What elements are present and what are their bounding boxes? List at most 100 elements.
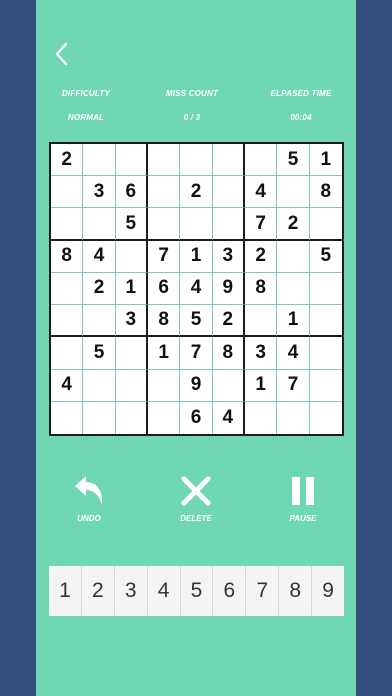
board-cell[interactable]: 7 [180, 337, 213, 370]
board-cell[interactable]: 2 [180, 176, 213, 209]
board-cell[interactable]: 2 [83, 272, 116, 306]
board-cell[interactable]: 8 [147, 305, 181, 338]
board-cell[interactable] [180, 208, 213, 241]
board-cell[interactable]: 6 [147, 272, 181, 306]
board-cell[interactable]: 6 [180, 401, 213, 434]
board-cell[interactable]: 5 [83, 337, 116, 370]
undo-label: UNDO [77, 514, 101, 523]
board-cell[interactable] [212, 176, 245, 209]
board-cell[interactable]: 5 [115, 208, 148, 241]
board-cell[interactable] [277, 401, 310, 434]
chevron-left-icon [55, 42, 68, 66]
board-cell[interactable]: 4 [180, 272, 213, 306]
board-cell[interactable] [147, 369, 181, 402]
board-cell[interactable] [115, 144, 148, 177]
number-key-9[interactable]: 9 [312, 566, 345, 616]
board-cell[interactable] [309, 305, 342, 338]
board-cell[interactable] [148, 401, 181, 434]
board-cell[interactable]: 2 [51, 144, 84, 177]
board-cell[interactable]: 8 [244, 272, 278, 306]
board-cell[interactable] [212, 369, 245, 402]
board-cell[interactable]: 7 [147, 240, 181, 273]
board-cell[interactable]: 9 [180, 369, 213, 402]
board-cell[interactable] [309, 273, 342, 306]
board-cell[interactable] [277, 176, 310, 209]
board-cell[interactable]: 4 [213, 401, 245, 434]
board-cell[interactable]: 1 [309, 144, 342, 177]
board-cell[interactable] [147, 176, 181, 209]
board-cell[interactable] [244, 144, 278, 177]
board-cell[interactable] [277, 240, 310, 273]
board-cell[interactable]: 8 [309, 176, 342, 209]
board-cell[interactable] [115, 337, 148, 370]
board-cell[interactable]: 3 [83, 176, 116, 209]
board-cell[interactable]: 5 [277, 144, 310, 177]
number-key-2[interactable]: 2 [81, 566, 115, 616]
board-cell[interactable] [51, 208, 84, 241]
board-cell[interactable] [83, 144, 116, 177]
board-cell[interactable]: 1 [180, 240, 213, 273]
board-cell[interactable] [212, 144, 245, 177]
board-cell[interactable]: 1 [244, 369, 278, 402]
board-cell[interactable] [51, 176, 84, 209]
board-cell[interactable]: 2 [277, 208, 310, 241]
board-cell[interactable] [245, 401, 278, 434]
board-cell[interactable] [115, 240, 148, 273]
board-cell[interactable] [51, 305, 84, 338]
number-key-7[interactable]: 7 [246, 566, 280, 616]
board-cell[interactable] [51, 272, 84, 306]
board-cell[interactable] [51, 401, 84, 434]
board-cell[interactable] [244, 305, 278, 338]
board-cell[interactable]: 4 [83, 240, 116, 273]
board-cell[interactable] [180, 144, 213, 177]
board-cell[interactable] [309, 337, 342, 370]
delete-label: DELETE [180, 514, 212, 523]
number-key-8[interactable]: 8 [279, 566, 313, 616]
board-cell[interactable]: 3 [115, 305, 148, 338]
number-key-6[interactable]: 6 [213, 566, 247, 616]
board-cell[interactable] [147, 208, 181, 241]
board-cell[interactable]: 4 [51, 369, 84, 402]
number-key-5[interactable]: 5 [180, 566, 214, 616]
board-cell[interactable]: 5 [309, 241, 342, 273]
board-cell[interactable] [115, 369, 148, 402]
undo-button[interactable]: UNDO [54, 474, 124, 523]
board-cell[interactable]: 2 [212, 305, 245, 338]
back-button[interactable] [50, 40, 74, 68]
board-cell[interactable] [277, 272, 310, 306]
board-cell[interactable]: 5 [180, 305, 213, 338]
board-cell[interactable] [310, 402, 342, 434]
board-cell[interactable] [309, 208, 342, 241]
number-key-3[interactable]: 3 [114, 566, 148, 616]
board-cell[interactable] [83, 401, 116, 434]
close-icon [181, 476, 211, 506]
board-cell[interactable] [309, 370, 342, 402]
board-cell[interactable]: 3 [244, 337, 278, 370]
board-cell[interactable] [83, 208, 116, 241]
board-cell[interactable]: 7 [244, 208, 278, 241]
board-cell[interactable]: 8 [212, 337, 245, 370]
elapsed-time-label: ELPASED TIME [270, 89, 332, 98]
game-panel: DIFFICULTY NORMAL MISS COUNT 0 / 3 ELPAS… [36, 0, 356, 696]
board-cell[interactable]: 1 [115, 272, 148, 306]
board-cell[interactable]: 6 [115, 176, 148, 209]
board-cell[interactable]: 1 [147, 337, 181, 370]
number-key-1[interactable]: 1 [49, 566, 82, 616]
board-cell[interactable]: 7 [277, 369, 310, 402]
pause-button[interactable]: PAUSE [268, 474, 338, 523]
board-cell[interactable] [51, 337, 84, 370]
board-cell[interactable]: 4 [277, 337, 310, 370]
board-cell[interactable] [116, 401, 148, 434]
board-cell[interactable] [212, 208, 245, 241]
board-cell[interactable]: 1 [277, 305, 310, 338]
board-cell[interactable] [147, 144, 181, 177]
board-cell[interactable]: 4 [244, 176, 278, 209]
delete-button[interactable]: DELETE [161, 474, 231, 523]
board-cell[interactable] [83, 305, 116, 338]
board-cell[interactable]: 8 [51, 240, 84, 273]
board-cell[interactable]: 9 [212, 272, 245, 306]
number-key-4[interactable]: 4 [147, 566, 181, 616]
board-cell[interactable]: 2 [244, 240, 278, 273]
board-cell[interactable] [83, 369, 116, 402]
board-cell[interactable]: 3 [212, 240, 245, 273]
